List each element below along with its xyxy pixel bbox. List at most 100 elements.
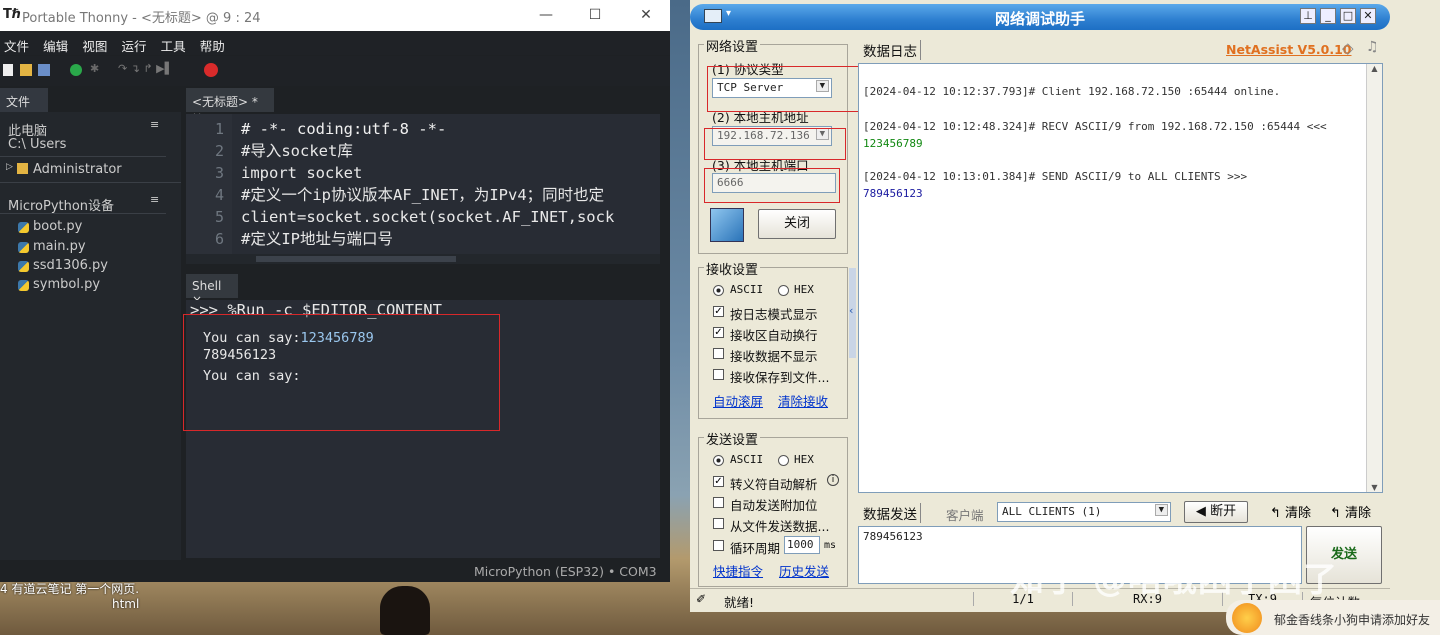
python-file-icon [18, 242, 29, 253]
clear-send-button-2[interactable]: ↰ 清除 [1330, 502, 1371, 521]
line-number: 6 [214, 230, 224, 248]
recv-option-checkbox[interactable]: ✓ [713, 327, 724, 338]
menu-run[interactable]: 运行 [117, 31, 152, 55]
files-panel: 此电脑 ≡ C:\ Users ▷ Administrator MicroPyt… [0, 112, 181, 560]
folder-administrator[interactable]: Administrator [33, 162, 122, 177]
scroll-down-icon[interactable]: ▼ [1367, 483, 1382, 492]
step-icons[interactable]: ↷ ↴ ↱ ▶▌ [118, 62, 178, 75]
netassist-window: ▾ 网络调试助手 ⊥ _ □ ✕ 网络设置 (1) 协议类型 TCP Serve… [690, 0, 1440, 612]
log-entry-head: [2024-04-12 10:12:37.793]# Client 192.16… [863, 85, 1281, 98]
send-option-checkbox[interactable] [713, 518, 724, 529]
menu-tools[interactable]: 工具 [157, 31, 192, 55]
menu-file[interactable]: 文件 [0, 31, 35, 55]
minimize-icon[interactable]: _ [1320, 8, 1336, 24]
auto-scroll-link[interactable]: 自动滚屏 [713, 391, 763, 410]
recv-hex-radio[interactable] [778, 285, 789, 296]
left-arrow-icon: ◀ [1195, 504, 1206, 519]
log-area[interactable]: [2024-04-12 10:12:37.793]# Client 192.16… [858, 63, 1383, 493]
stop-icon[interactable] [204, 63, 218, 77]
close-icon[interactable]: ✕ [636, 5, 656, 25]
send-ascii-radio[interactable] [713, 455, 724, 466]
close-connection-button[interactable]: 关闭 [758, 209, 836, 239]
maximize-icon[interactable]: ☐ [585, 5, 605, 25]
code-line: client=socket.socket(socket.AF_INET,sock [241, 208, 615, 226]
file-main[interactable]: main.py [33, 239, 86, 254]
disconnect-button[interactable]: ◀ 断开 [1184, 501, 1248, 523]
folder-icon [17, 163, 28, 174]
brand-link[interactable]: NetAssist V5.0.10 [1226, 42, 1351, 57]
recv-option-checkbox[interactable]: ✓ [713, 306, 724, 317]
tab-editor[interactable]: <无标题> * × [186, 88, 274, 124]
scrollbar-thumb[interactable] [256, 256, 456, 262]
minimize-icon[interactable]: — [536, 5, 556, 25]
panel-menu-icon[interactable]: ≡ [150, 193, 159, 206]
shortcut-link[interactable]: 快捷指令 [713, 561, 763, 580]
send-option-checkbox[interactable] [713, 497, 724, 508]
file-boot[interactable]: boot.py [33, 219, 82, 234]
file-symbol[interactable]: symbol.py [33, 277, 100, 292]
desktop-label-2: html [112, 597, 140, 611]
python-file-icon [18, 261, 29, 272]
clear-recv-link[interactable]: 清除接收 [778, 391, 828, 410]
line-number: 5 [214, 208, 224, 226]
tab-data-send[interactable]: 数据发送 [860, 503, 921, 523]
netassist-titlebar: ▾ 网络调试助手 [690, 4, 1390, 30]
code-editor[interactable]: 1 2 3 4 5 6 # -*- coding:utf-8 -*- #导入so… [186, 114, 660, 254]
tab-data-log[interactable]: 数据日志 [860, 40, 921, 60]
client-select[interactable]: ALL CLIENTS (1) ▼ [997, 502, 1171, 522]
collapse-arrow-icon[interactable]: ‹ [849, 304, 853, 317]
panel-menu-icon[interactable]: ≡ [150, 118, 159, 131]
expand-arrow-icon[interactable]: ▷ [6, 162, 13, 172]
tab-files[interactable]: 文件 × [0, 88, 48, 124]
highlight-box [707, 66, 860, 112]
new-file-icon[interactable] [3, 64, 13, 76]
clear-send-button-1[interactable]: ↰ 清除 [1270, 502, 1311, 521]
recv-ascii-radio[interactable] [713, 285, 724, 296]
editor-scrollbar[interactable] [186, 254, 660, 264]
maximize-icon[interactable]: □ [1340, 8, 1356, 24]
history-link[interactable]: 历史发送 [779, 561, 829, 580]
log-entry-head: [2024-04-12 10:13:01.384]# SEND ASCII/9 … [863, 170, 1248, 183]
client-value: ALL CLIENTS (1) [1002, 505, 1102, 518]
thonny-window: Tℏ Portable Thonny - <无标题> @ 9 : 24 — ☐ … [0, 0, 670, 582]
highlight-box [704, 128, 846, 160]
close-icon[interactable]: ✕ [1360, 8, 1376, 24]
bell-icon[interactable]: ♫ [1366, 39, 1379, 55]
info-icon[interactable]: i [827, 474, 839, 486]
collapse-handle[interactable]: ‹ [849, 268, 856, 358]
diamond-icon[interactable]: ◇ [1342, 39, 1354, 57]
notification-toast[interactable]: 郁金香线条小狗申请添加好友 [1226, 600, 1440, 635]
menu-edit[interactable]: 编辑 [39, 31, 74, 55]
file-ssd1306[interactable]: ssd1306.py [33, 258, 108, 273]
clear-arrow-icon: ↰ [1330, 506, 1341, 521]
open-file-icon[interactable] [20, 64, 32, 76]
save-icon[interactable] [38, 64, 50, 76]
send-hex-radio[interactable] [778, 455, 789, 466]
send-option-checkbox[interactable]: ✓ [713, 476, 724, 487]
code-line: #定义一个ip协议版本AF_INET，为IPv4；同时也定 [241, 186, 605, 204]
recv-settings-title: 接收设置 [704, 259, 761, 278]
scroll-up-icon[interactable]: ▲ [1367, 64, 1382, 73]
period-input[interactable]: 1000 [784, 536, 820, 554]
line-number: 3 [214, 164, 224, 182]
net-settings-title: 网络设置 [704, 36, 761, 55]
log-entry-send: 789456123 [863, 187, 923, 200]
status-ready: 就绪! [724, 595, 755, 610]
recv-option-checkbox[interactable] [713, 369, 724, 380]
clear-arrow-icon: ↰ [1270, 506, 1281, 521]
menu-help[interactable]: 帮助 [196, 31, 231, 55]
path-label: C:\ Users [8, 137, 67, 152]
menu-view[interactable]: 视图 [78, 31, 113, 55]
send-option-checkbox[interactable] [713, 540, 724, 551]
divider [0, 182, 181, 183]
chevron-down-icon[interactable]: ▼ [1154, 504, 1168, 516]
highlight-box [704, 168, 840, 203]
send-text: 789456123 [863, 530, 923, 543]
debug-icon[interactable]: ✱ [90, 62, 102, 75]
backend-status[interactable]: MicroPython (ESP32) • COM3 [474, 564, 657, 579]
run-icon[interactable] [70, 64, 82, 76]
pin-icon[interactable]: ⊥ [1300, 8, 1316, 24]
tab-shell[interactable]: Shell × [186, 274, 238, 307]
log-scrollbar[interactable]: ▲ ▼ [1366, 64, 1382, 492]
recv-option-checkbox[interactable] [713, 348, 724, 359]
